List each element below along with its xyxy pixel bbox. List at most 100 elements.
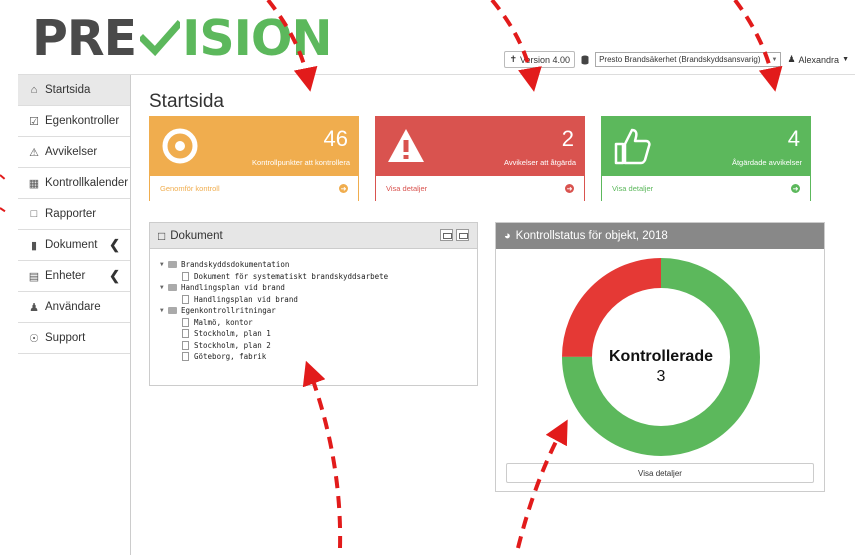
sidebar-item-kontrollkalender[interactable]: ▦ Kontrollkalender <box>18 168 130 199</box>
tree-folder[interactable]: ▼ Brandskyddsdokumentation <box>160 259 467 271</box>
documents-panel: □ Dokument ▼ Brandskyddsdokumentation Do… <box>149 222 478 386</box>
annotation-arrow <box>733 0 783 92</box>
annotation-arrow <box>490 0 542 92</box>
sidebar-item-label: Kontrollkalender <box>45 177 129 189</box>
triangle-down-icon: ▼ <box>160 307 164 315</box>
annotation-arrow <box>0 174 7 181</box>
folder-icon <box>168 261 177 269</box>
warning-icon: ⚠ <box>29 146 39 159</box>
tree-file[interactable]: Stockholm, plan 2 <box>160 340 467 352</box>
folder-icon <box>168 307 177 315</box>
sidebar-item-label: Dokument <box>45 239 98 251</box>
donut-center-value: 3 <box>657 368 666 385</box>
tree-file[interactable]: Dokument för systematiskt brandskyddsarb… <box>160 271 467 283</box>
triangle-down-icon: ▼ <box>160 284 164 292</box>
page-title: Startsida <box>149 91 224 112</box>
version-label: Version 4.00 <box>520 54 571 65</box>
card-link[interactable]: Genomför kontroll ➜ <box>150 176 358 201</box>
chevron-left-icon: ❮ <box>109 268 120 283</box>
pie-chart-icon: ◕ <box>504 230 511 242</box>
donut-center-label: Kontrollerade <box>609 348 713 365</box>
status-chart-header: ◕ Kontrollstatus för objekt, 2018 <box>496 223 824 249</box>
file-icon <box>182 271 189 281</box>
tree-label: Brandskyddsdokumentation <box>181 260 290 270</box>
sidebar: ⌂ Startsida ☑ Egenkontroller ⚠ Avvikelse… <box>18 75 131 555</box>
logo-vision: ISION <box>182 10 332 67</box>
card-label: Åtgärdade avvikelser <box>731 158 802 167</box>
organization-select-value: Presto Brandsäkerhet (Brandskyddsansvari… <box>599 55 761 64</box>
tree-label: Handlingsplan vid brand <box>181 283 285 293</box>
sidebar-item-label: Användare <box>45 301 101 313</box>
tree-file[interactable]: Göteborg, fabrik <box>160 351 467 363</box>
logo-pre: PRE <box>32 10 137 67</box>
tree-label: Egenkontrollritningar <box>181 306 276 316</box>
sidebar-item-label: Rapporter <box>45 208 97 220</box>
file-icon: □ <box>158 228 166 243</box>
tree-folder[interactable]: ▼ Egenkontrollritningar <box>160 305 467 317</box>
sidebar-item-dokument[interactable]: ▮ Dokument ❮ <box>18 230 130 261</box>
card-label: Kontrollpunkter att kontrollera <box>252 158 350 167</box>
file-icon <box>182 340 189 350</box>
card-avvikelser: 2 Avvikelser att åtgärda Visa detaljer ➜ <box>375 116 585 201</box>
sidebar-item-support[interactable]: ☉ Support <box>18 323 130 354</box>
sidebar-item-label: Egenkontroller <box>45 115 120 127</box>
card-link[interactable]: Visa detaljer ➜ <box>376 176 584 201</box>
file-icon <box>182 294 189 304</box>
version-badge[interactable]: ✝ Version 4.00 <box>504 51 576 68</box>
tree-file[interactable]: Handlingsplan vid brand <box>160 294 467 306</box>
annotation-arrow <box>0 207 7 213</box>
sidebar-item-avvikelser[interactable]: ⚠ Avvikelser <box>18 137 130 168</box>
file-icon <box>182 317 189 327</box>
checkmark-icon <box>140 19 181 56</box>
triangle-down-icon: ▼ <box>160 261 164 269</box>
check-square-icon: ☑ <box>29 115 39 128</box>
database-icon <box>581 55 589 64</box>
sidebar-item-egenkontroller[interactable]: ☑ Egenkontroller <box>18 106 130 137</box>
card-link[interactable]: Visa detaljer ➜ <box>602 176 810 201</box>
user-icon: ♟ <box>787 54 796 64</box>
status-chart-panel: ◕ Kontrollstatus för objekt, 2018 Kontro… <box>495 222 825 492</box>
status-chart-title: Kontrollstatus för objekt, 2018 <box>515 230 668 242</box>
document-tree: ▼ Brandskyddsdokumentation Dokument för … <box>150 249 477 373</box>
card-atgardade: 4 Åtgärdade avvikelser Visa detaljer ➜ <box>601 116 811 201</box>
tree-folder[interactable]: ▼ Handlingsplan vid brand <box>160 282 467 294</box>
open-folder-icon[interactable] <box>440 229 453 241</box>
sidebar-item-enheter[interactable]: ▤ Enheter ❮ <box>18 261 130 292</box>
file-pdf-icon: □ <box>30 208 38 220</box>
tree-label: Göteborg, fabrik <box>194 352 267 362</box>
device-icon: ▤ <box>28 270 40 283</box>
sidebar-item-startsida[interactable]: ⌂ Startsida <box>18 75 130 106</box>
file-icon: ▮ <box>30 239 38 252</box>
sidebar-item-rapporter[interactable]: □ Rapporter <box>18 199 130 230</box>
header-divider <box>18 74 855 75</box>
status-details-button[interactable]: Visa detaljer <box>506 463 814 483</box>
user-name: Alexandra <box>798 54 840 65</box>
card-link-label: Visa detaljer <box>386 184 428 193</box>
tree-file[interactable]: Malmö, kontor <box>160 317 467 329</box>
user-menu[interactable]: ♟ Alexandra ▼ <box>787 54 849 65</box>
card-count: 2 <box>561 126 574 151</box>
home-icon: ⌂ <box>30 84 38 96</box>
sidebar-item-label: Enheter <box>45 270 86 282</box>
organization-select[interactable]: Presto Brandsäkerhet (Brandskyddsansvari… <box>595 52 782 67</box>
folder-icon[interactable] <box>456 229 469 241</box>
thumbs-up-icon <box>614 128 651 165</box>
card-label: Avvikelser att åtgärda <box>504 158 576 167</box>
card-kontrollpunkter: 46 Kontrollpunkter att kontrollera Genom… <box>149 116 359 201</box>
prevision-logo: PRE ISION <box>32 10 333 67</box>
card-link-label: Visa detaljer <box>612 184 654 193</box>
documents-panel-title: Dokument <box>170 229 223 242</box>
warning-icon <box>388 129 424 162</box>
documents-panel-header: □ Dokument <box>150 223 477 249</box>
topbar: ✝ Version 4.00 Presto Brandsäkerhet (Bra… <box>504 51 849 68</box>
caret-down-icon: ▼ <box>842 56 849 63</box>
arrow-right-icon: ➜ <box>339 184 348 193</box>
card-link-label: Genomför kontroll <box>160 184 220 193</box>
tree-file[interactable]: Stockholm, plan 1 <box>160 328 467 340</box>
file-icon <box>182 352 189 362</box>
tree-label: Dokument för systematiskt brandskyddsarb… <box>194 271 389 281</box>
card-count: 46 <box>323 126 348 151</box>
sidebar-item-anvandare[interactable]: ♟ Användare <box>18 292 130 323</box>
sidebar-item-label: Support <box>45 332 86 344</box>
chevron-down-icon: ▼ <box>766 56 777 63</box>
